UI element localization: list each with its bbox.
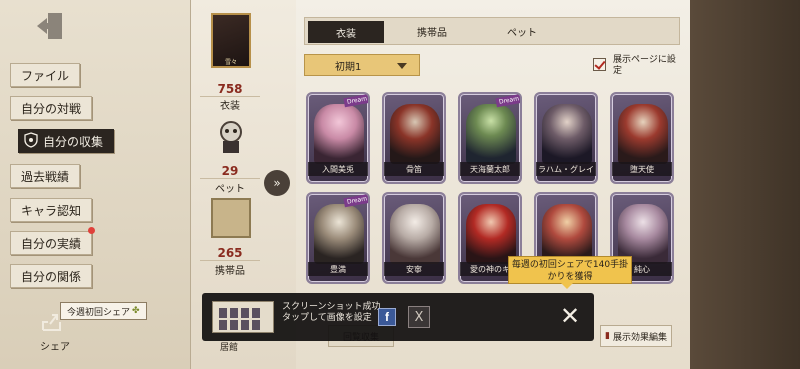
chevron-down-icon (397, 63, 407, 69)
x-share-icon[interactable]: X (408, 306, 430, 328)
facebook-icon[interactable]: f (378, 308, 396, 326)
display-checkbox[interactable] (593, 58, 606, 71)
display-edit-button[interactable]: ▮ 展示効果編集 (600, 325, 672, 347)
tab-costume[interactable]: 衣装 (308, 21, 384, 43)
accessory-label: 携帯品 (215, 266, 245, 277)
close-icon[interactable]: ✕ (558, 304, 582, 328)
sidebar-item-history[interactable]: 過去戦績 (10, 164, 81, 188)
costume-art (542, 104, 592, 164)
card-label: 豊満 (308, 262, 368, 276)
display-edit-label: 展示効果編集 (612, 332, 667, 343)
sidebar-item-label: 自分の関係 (21, 269, 82, 284)
costume-card[interactable]: Dream 天海蘭太郎 (458, 92, 522, 184)
costume-art (314, 204, 364, 264)
costume-art (466, 204, 516, 264)
sidebar-item-achievements[interactable]: 自分の実績 (10, 231, 93, 255)
residence-label: 居館 (220, 343, 239, 353)
sidebar-item-label: 自分の実績 (21, 236, 82, 251)
costume-art (390, 104, 440, 164)
card-badge: Dream (343, 94, 368, 108)
costume-card[interactable]: ラハム・グレイ (534, 92, 598, 184)
tab-pet[interactable]: ペット (477, 18, 567, 44)
tab-accessory[interactable]: 携帯品 (387, 18, 477, 44)
double-chevron-right-icon: » (273, 176, 281, 190)
costume-card[interactable]: 安寧 (382, 192, 446, 284)
sidebar-item-relations[interactable]: 自分の関係 (10, 264, 93, 288)
edit-icon: ▮ (605, 331, 610, 341)
card-label: 安寧 (384, 262, 444, 276)
sidebar-item-label: 過去戦績 (21, 169, 70, 184)
pet-icon[interactable] (211, 116, 251, 156)
pet-count: 29 (200, 164, 260, 179)
filter-dropdown[interactable]: 初期1 (304, 54, 420, 76)
sidebar-item-label: 自分の対戦 (21, 101, 82, 116)
costume-card[interactable]: 堕天使 (610, 92, 674, 184)
display-checkbox-label: 展示ページに設定 (613, 55, 676, 76)
costume-card[interactable]: 骨笛 (382, 92, 446, 184)
costume-art (390, 204, 440, 264)
sidebar-item-my-matches[interactable]: 自分の対戦 (10, 96, 93, 120)
card-label: 骨笛 (384, 162, 444, 176)
share-tooltip: 今週初回シェア ✤ (60, 302, 147, 320)
screenshot-toast: スクリーンショット成功 タップして画像を設定 (202, 293, 594, 341)
filter-value: 初期1 (335, 61, 362, 73)
sidebar-item-file[interactable]: ファイル (10, 63, 81, 87)
shield-icon (23, 131, 39, 151)
sidebar-item-my-collection[interactable]: 自分の収集 (18, 129, 115, 153)
card-label: 入間美兎 (308, 162, 368, 176)
card-label: 堕天使 (612, 162, 672, 176)
share-reward-tooltip: 毎週の初回シェアで140手掛かりを獲得 (508, 256, 632, 289)
costume-art (314, 104, 364, 164)
costume-card[interactable]: Dream 入間美兎 (306, 92, 370, 184)
accessory-icon[interactable] (211, 198, 251, 238)
tab-bar: 衣装 携帯品 ペット (304, 17, 680, 45)
exit-icon[interactable] (34, 10, 68, 42)
sidebar-item-label: 自分の収集 (43, 134, 104, 149)
notification-dot (88, 227, 95, 234)
pet-label: ペット (215, 184, 245, 195)
costume-art (618, 204, 668, 264)
clover-icon: ✤ (132, 306, 140, 316)
toast-message: スクリーンショット成功 タップして画像を設定 (282, 302, 381, 323)
sidebar-item-label: ファイル (21, 68, 70, 83)
costume-card[interactable]: Dream 豊満 (306, 192, 370, 284)
card-badge: Dream (343, 194, 368, 208)
costume-art (618, 104, 668, 164)
screenshot-thumbnail[interactable] (212, 301, 274, 333)
card-badge: Dream (495, 94, 520, 108)
expand-button[interactable]: » (264, 170, 290, 196)
sidebar-item-label: キャラ認知 (21, 203, 82, 218)
avatar-name: 雪々 (224, 59, 237, 66)
right-edge (690, 0, 800, 369)
costume-art (466, 104, 516, 164)
sidebar-item-character[interactable]: キャラ認知 (10, 198, 93, 222)
share-label: シェア (40, 342, 70, 353)
accessory-count: 265 (200, 246, 260, 261)
card-label: 天海蘭太郎 (460, 162, 520, 176)
costume-label: 衣装 (220, 101, 240, 112)
costume-art (542, 204, 592, 264)
share-tip-text: 今週初回シェア (67, 307, 131, 318)
card-label: ラハム・グレイ (536, 162, 596, 176)
costume-count: 758 (200, 82, 260, 97)
